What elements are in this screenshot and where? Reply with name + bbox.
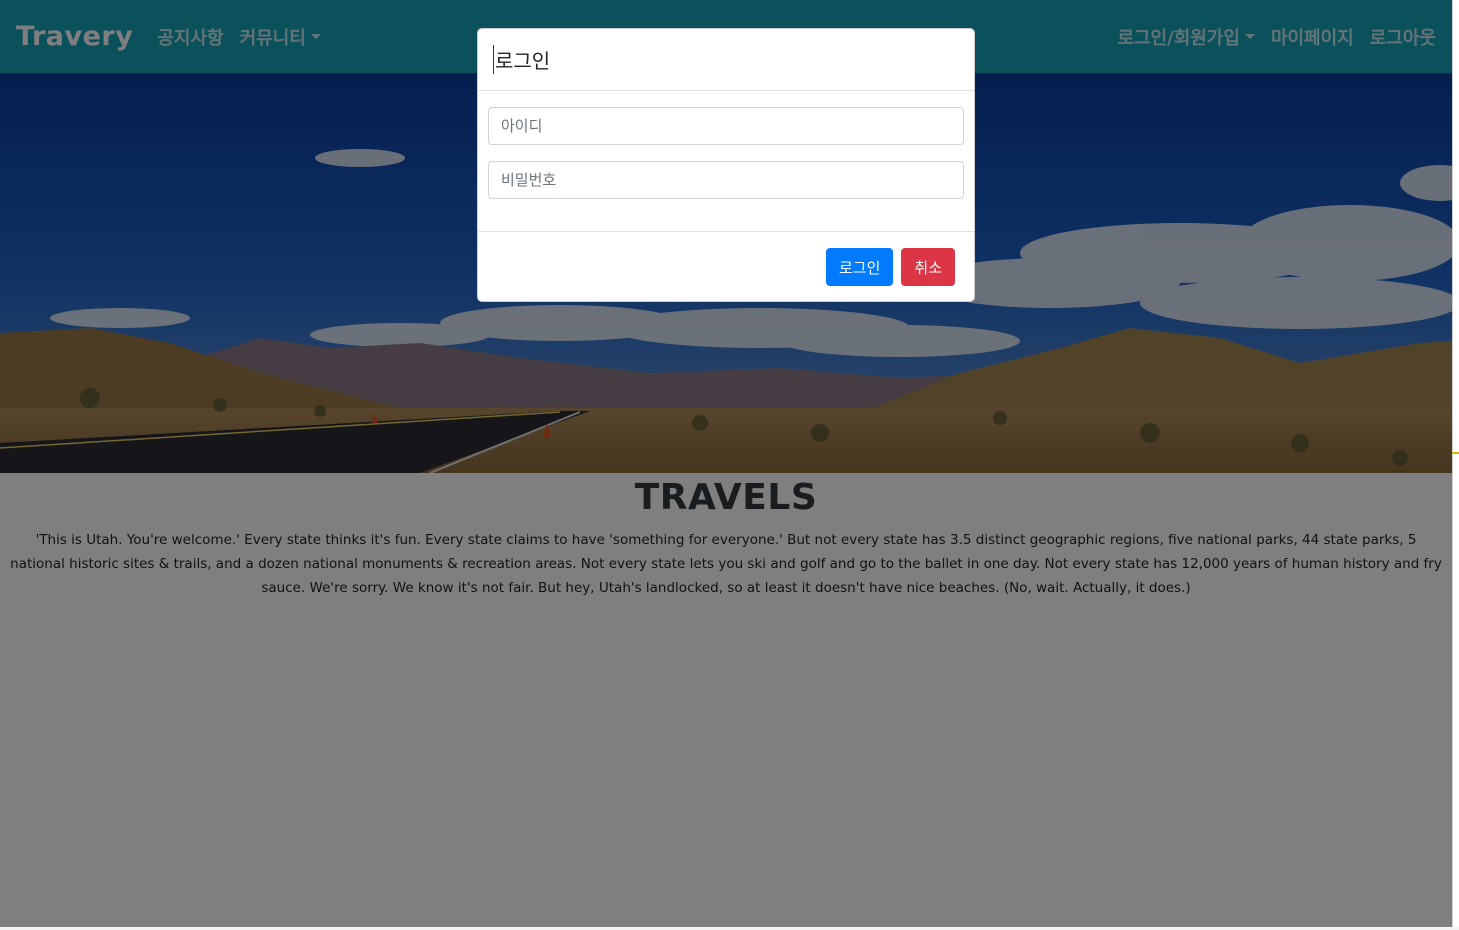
modal-body	[478, 91, 974, 232]
modal-title: 로그인	[493, 45, 550, 74]
cancel-button[interactable]: 취소	[901, 248, 955, 286]
modal-footer: 로그인 취소	[478, 232, 974, 302]
scrollbar[interactable]	[1452, 0, 1459, 930]
login-button[interactable]: 로그인	[825, 248, 894, 286]
login-modal: 로그인 로그인 취소	[477, 28, 975, 302]
scrollbar-marker	[1452, 452, 1459, 454]
password-input[interactable]	[488, 161, 964, 199]
id-input[interactable]	[488, 107, 964, 145]
modal-header: 로그인	[478, 29, 974, 91]
